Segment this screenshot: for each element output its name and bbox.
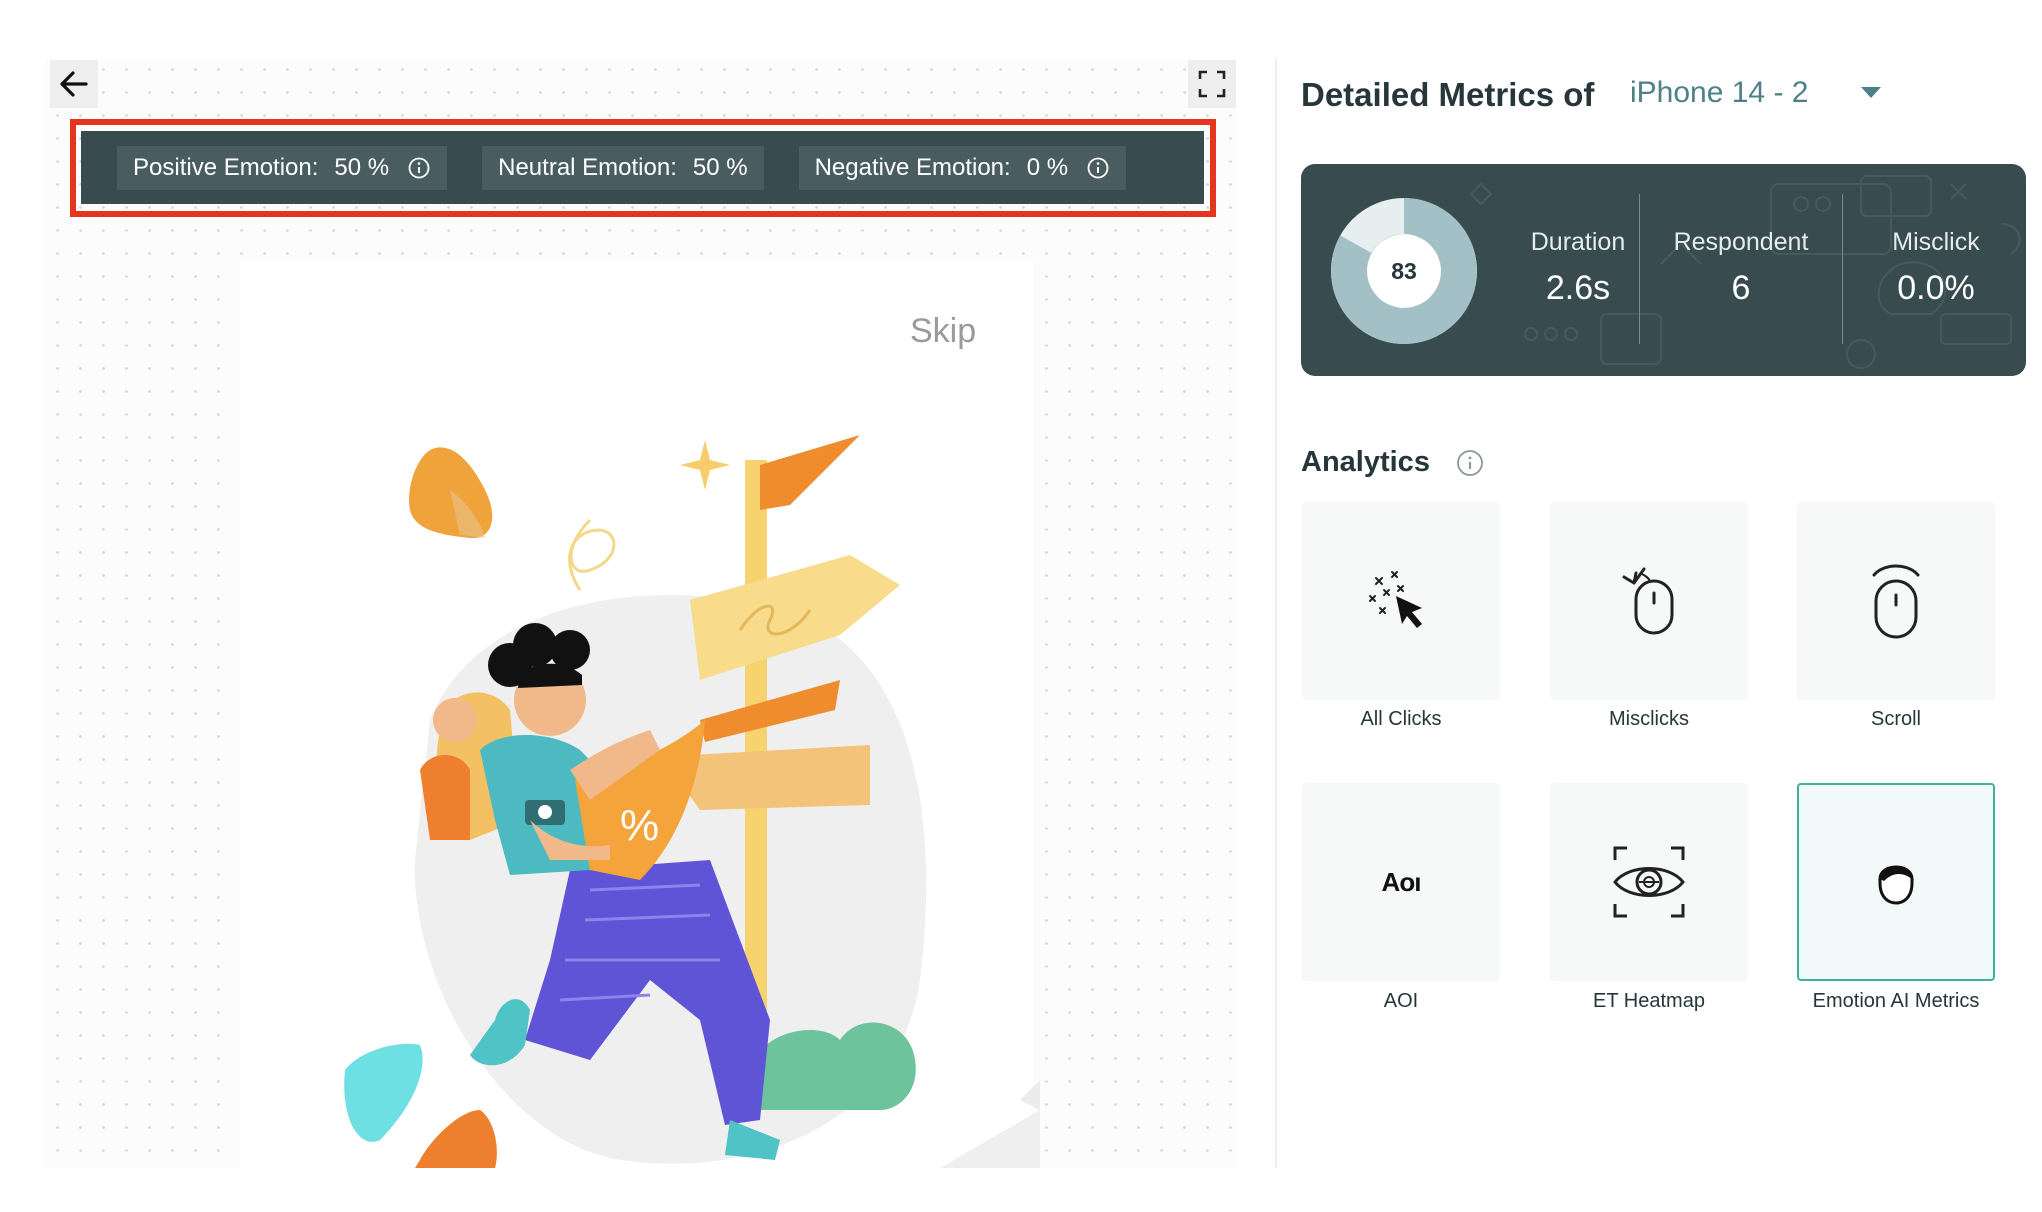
analytics-tile-aoi[interactable]: Aoı xyxy=(1302,783,1500,981)
analytics-tile-et-heatmap[interactable] xyxy=(1550,783,1748,981)
traveler-illustration: % xyxy=(344,435,1040,1168)
tile-label: ET Heatmap xyxy=(1593,990,1705,1012)
tile-label: All Clicks xyxy=(1360,708,1442,730)
tile-label: Scroll xyxy=(1870,708,1921,730)
stat-value: 0.0% xyxy=(1897,269,1975,307)
emotion-face-icon xyxy=(1878,865,1914,905)
tile-label: AOI xyxy=(1383,990,1419,1012)
metrics-summary-card: 83 Duration 2.6s Respondent 6 Misclick 0… xyxy=(1301,164,2026,376)
tile-label: Misclicks xyxy=(1609,708,1689,730)
misclicks-icon xyxy=(1622,567,1674,635)
scroll-icon xyxy=(1872,564,1920,639)
stat-divider xyxy=(1842,194,1843,344)
info-icon[interactable] xyxy=(1456,449,1484,477)
stat-respondent: Respondent 6 xyxy=(1661,228,1821,308)
aoi-icon: Aoı xyxy=(1381,866,1422,897)
tile-label: Emotion AI Metrics xyxy=(1812,990,1980,1012)
fullscreen-icon xyxy=(1198,70,1226,98)
stat-value: 6 xyxy=(1731,269,1751,307)
analytics-tile-scroll[interactable] xyxy=(1797,502,1995,700)
stat-divider xyxy=(1639,194,1640,344)
emotion-bar-highlight-frame xyxy=(70,119,1216,217)
analytics-tile-all-clicks[interactable] xyxy=(1302,502,1500,700)
caret-down-icon xyxy=(1861,87,1882,98)
stat-misclick: Misclick 0.0% xyxy=(1866,228,2006,308)
stat-label: Duration xyxy=(1530,228,1626,256)
analytics-heading: Analytics xyxy=(1301,446,1484,479)
metrics-title: Detailed Metrics of xyxy=(1301,76,1595,113)
skip-link[interactable]: Skip xyxy=(910,312,976,351)
arrow-left-icon xyxy=(60,71,88,97)
stat-label: Respondent xyxy=(1673,228,1809,256)
back-button[interactable] xyxy=(50,60,98,108)
score-value: 83 xyxy=(1391,257,1417,284)
all-clicks-icon xyxy=(1369,571,1422,628)
stat-value: 2.6s xyxy=(1545,269,1611,307)
stat-label: Misclick xyxy=(1892,228,1980,256)
analytics-title: Analytics xyxy=(1301,446,1430,478)
analytics-tile-misclicks[interactable] xyxy=(1550,502,1748,700)
device-select[interactable]: iPhone 14 - 2 xyxy=(1630,76,1882,110)
device-select-value: iPhone 14 - 2 xyxy=(1630,76,1809,109)
analytics-tile-emotion-ai[interactable] xyxy=(1797,783,1995,981)
fullscreen-button[interactable] xyxy=(1188,60,1236,108)
stat-duration: Duration 2.6s xyxy=(1508,228,1648,308)
map-percent-text: % xyxy=(620,801,659,850)
eye-tracking-icon xyxy=(1613,846,1685,918)
